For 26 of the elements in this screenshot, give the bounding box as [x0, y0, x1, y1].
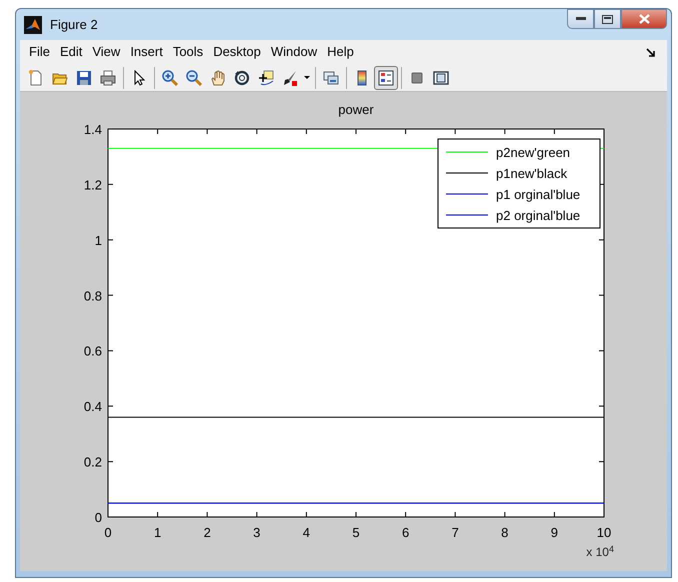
- legend-label: p1new'black: [496, 166, 568, 181]
- x-tick-label: 8: [501, 525, 508, 540]
- chart-title: power: [338, 102, 374, 117]
- x-tick-label: 7: [452, 525, 459, 540]
- y-tick-label: 1: [94, 232, 102, 248]
- x-tick-label: 10: [596, 525, 612, 540]
- y-tick-label: 0.2: [84, 454, 102, 470]
- x-tick-label: 4: [302, 525, 310, 540]
- legend-label: p1 orginal'blue: [496, 187, 580, 202]
- y-tick-label: 1.2: [84, 177, 102, 192]
- x-tick-label: 0: [104, 525, 112, 540]
- y-tick-label: 0.4: [84, 399, 102, 414]
- legend-label: p2new'green: [496, 145, 570, 160]
- x-tick-label: 1: [154, 525, 162, 540]
- legend-label: p2 orginal'blue: [496, 208, 580, 223]
- y-tick-label: 0.8: [84, 288, 102, 304]
- x-tick-label: 3: [253, 525, 260, 540]
- x-tick-label: 2: [204, 525, 211, 540]
- y-tick-label: 0.6: [84, 344, 102, 359]
- x-tick-label: 6: [402, 525, 410, 540]
- y-tick-label: 0: [94, 510, 102, 525]
- y-tick-label: 1.4: [84, 122, 102, 137]
- x-tick-label: 5: [352, 525, 360, 540]
- axis-multiplier-label: x 10$^{4}$: [586, 543, 614, 561]
- window-title: Figure 2: [50, 16, 99, 34]
- x-tick-label: 9: [550, 525, 558, 540]
